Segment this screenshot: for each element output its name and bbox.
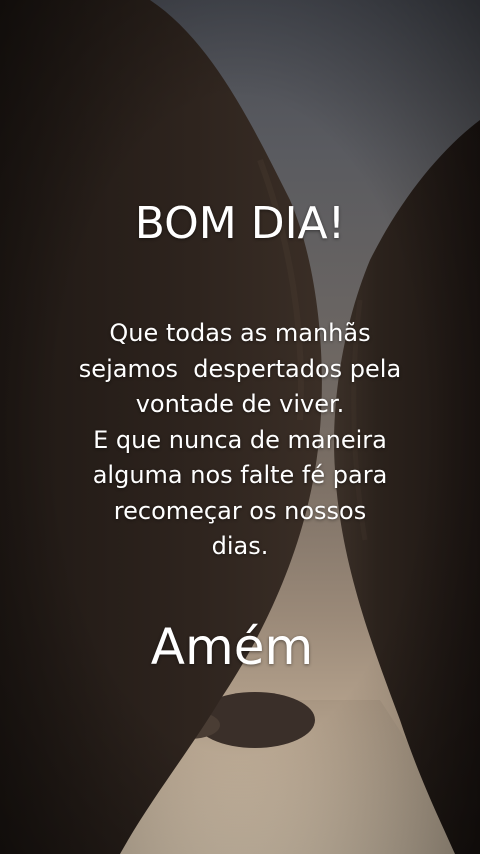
background-photo: BOM DIA! Que todas as manhãs sejamos des… (0, 0, 480, 854)
text-overlay: BOM DIA! Que todas as manhãs sejamos des… (0, 0, 480, 854)
greeting-title: BOM DIA! (134, 198, 346, 249)
closing-text: Amém (150, 618, 314, 676)
message-text: Que todas as manhãs sejamos despertados … (78, 319, 402, 560)
